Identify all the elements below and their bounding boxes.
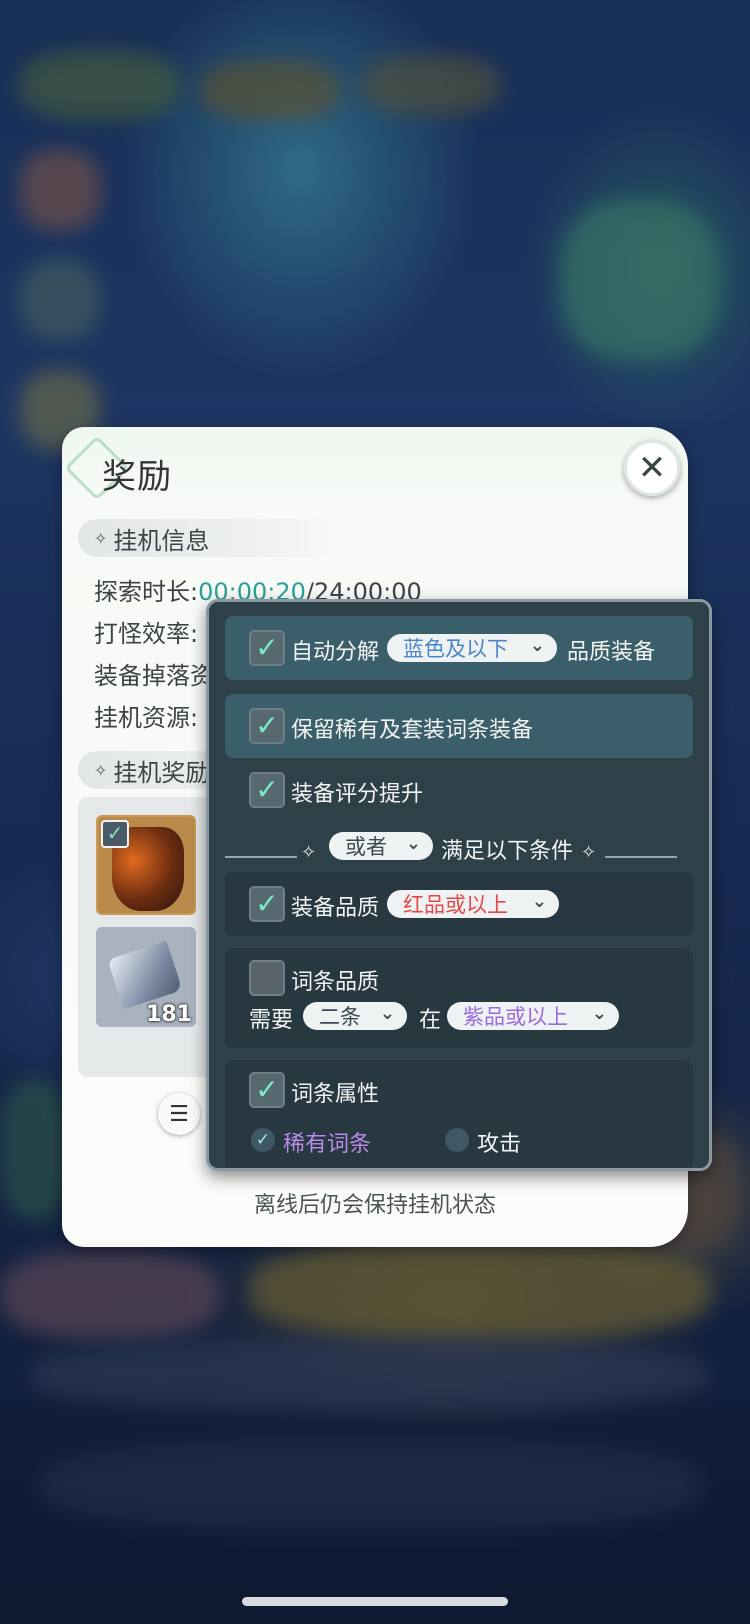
affix-attr-label: 词条属性 (291, 1082, 380, 1107)
chevron-down-icon: ⌄ (591, 1003, 607, 1024)
section-label: 挂机信息 (113, 526, 210, 555)
keep-rare-label: 保留稀有及套装词条装备 (291, 718, 534, 743)
at-label: 在 (419, 1008, 442, 1033)
logic-dropdown[interactable]: 或者 ⌄ (329, 832, 433, 860)
rare-affix-label: 稀有词条 (283, 1132, 372, 1157)
score-up-row: ✓ 装备评分提升 (225, 772, 693, 836)
explore-label: 探索时长: (94, 578, 199, 606)
dropdown-value: 紫品或以上 (463, 1005, 568, 1029)
dialog-title: 奖励 (102, 457, 172, 497)
keep-rare-row: ✓ 保留稀有及套装词条装备 (225, 694, 693, 758)
equip-quality-dropdown[interactable]: 红品或以上 ⌄ (387, 890, 559, 918)
item-count: 181 (146, 1002, 192, 1027)
equip-quality-checkbox[interactable]: ✓ (249, 886, 285, 922)
rare-affix-radio[interactable]: ✓ (251, 1128, 275, 1152)
divider-right (605, 856, 677, 858)
sparkle-icon: ✧ (94, 760, 108, 780)
auto-salvage-row: ✓ 自动分解 蓝色及以下 ⌄ 品质装备 (225, 616, 693, 680)
dropdown-value: 二条 (319, 1005, 361, 1029)
section-idle-info: ✧ 挂机信息 (78, 519, 338, 557)
drop-label: 装备掉落资 (94, 662, 214, 690)
dropdown-value: 蓝色及以下 (403, 637, 508, 661)
resource-label: 挂机资源: (94, 704, 199, 732)
chevron-down-icon: ⌄ (405, 833, 421, 854)
chevron-down-icon: ⌄ (379, 1003, 395, 1024)
affix-quality-dropdown[interactable]: 紫品或以上 ⌄ (447, 1002, 619, 1030)
section-label: 挂机奖励 (113, 758, 210, 787)
affix-quality-label: 词条品质 (291, 970, 380, 995)
sparkle-icon: ✧ (94, 528, 108, 548)
kill-rate-label: 打怪效率: (94, 620, 199, 648)
reward-item-ore[interactable]: 181 (96, 927, 196, 1027)
equip-quality-row: ✓ 装备品质 红品或以上 ⌄ (225, 872, 693, 936)
home-indicator[interactable] (242, 1597, 508, 1606)
auto-salvage-label: 自动分解 (291, 640, 380, 665)
attack-label: 攻击 (477, 1132, 522, 1157)
dropdown-value: 或者 (345, 835, 387, 859)
score-up-checkbox[interactable]: ✓ (249, 772, 285, 808)
offline-note: 离线后仍会保持挂机状态 (253, 1193, 496, 1218)
affix-attr-row: ✓ 词条属性 ✓ 稀有词条 攻击 (225, 1060, 693, 1168)
reward-item-armor[interactable]: ✓ (96, 815, 196, 915)
ore-icon (107, 940, 183, 1010)
check-icon[interactable]: ✓ (101, 820, 129, 848)
sparkle-icon: ✧ (301, 842, 317, 863)
quality-equip-suffix: 品质装备 (567, 640, 656, 665)
attack-radio[interactable] (445, 1128, 469, 1152)
equip-quality-label: 装备品质 (291, 896, 380, 921)
salvage-quality-dropdown[interactable]: 蓝色及以下 ⌄ (387, 634, 557, 662)
affix-quality-row: 词条品质 需要 二条 ⌄ 在 紫品或以上 ⌄ (225, 948, 693, 1048)
need-label: 需要 (249, 1008, 294, 1033)
filter-icon[interactable]: ☰ (158, 1093, 200, 1135)
affix-attr-checkbox[interactable]: ✓ (249, 1072, 285, 1108)
divider-left (225, 856, 297, 858)
auto-salvage-checkbox[interactable]: ✓ (249, 630, 285, 666)
chevron-down-icon: ⌄ (529, 635, 545, 656)
chevron-down-icon: ⌄ (531, 891, 547, 912)
sparkle-icon: ✧ (581, 842, 597, 863)
keep-rare-checkbox[interactable]: ✓ (249, 708, 285, 744)
affix-quality-checkbox[interactable] (249, 960, 285, 996)
close-icon[interactable]: ✕ (624, 440, 680, 496)
dropdown-value: 红品或以上 (403, 893, 508, 917)
affix-count-dropdown[interactable]: 二条 ⌄ (303, 1002, 407, 1030)
salvage-settings-panel: ✓ 自动分解 蓝色及以下 ⌄ 品质装备 ✓ 保留稀有及套装词条装备 ✓ 装备评分… (206, 599, 712, 1171)
condition-text: 满足以下条件 (441, 839, 574, 864)
score-up-label: 装备评分提升 (291, 782, 424, 807)
